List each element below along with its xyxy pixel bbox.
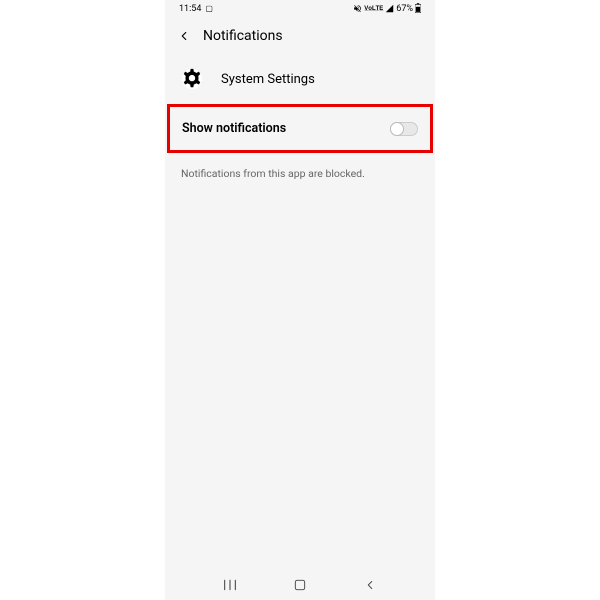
show-notifications-label: Show notifications (182, 121, 286, 136)
recents-button[interactable] (221, 576, 239, 594)
toggle-knob (390, 122, 404, 136)
show-notifications-row[interactable]: Show notifications (170, 107, 430, 150)
blocked-message: Notifications from this app are blocked. (165, 153, 435, 194)
lte-icon: V̲o̲L̲T̲E̲ (364, 6, 383, 12)
screenshot-icon: ▢ (205, 5, 213, 13)
battery-percent: 67% (396, 4, 413, 14)
gear-icon (181, 68, 203, 90)
battery-icon (415, 3, 421, 15)
signal-icon (385, 4, 394, 15)
highlight-annotation: Show notifications (167, 104, 433, 153)
status-bar: 11:54 ▢ V̲o̲L̲T̲E̲ 67% (165, 0, 435, 18)
navigation-bar (165, 570, 435, 600)
status-left: 11:54 ▢ (179, 4, 213, 14)
app-info-row: System Settings (165, 54, 435, 98)
mute-icon (353, 4, 362, 15)
show-notifications-toggle[interactable] (390, 122, 418, 136)
page-header: Notifications (165, 18, 435, 54)
home-button[interactable] (291, 576, 309, 594)
app-name-label: System Settings (221, 72, 315, 87)
status-right: V̲o̲L̲T̲E̲ 67% (353, 3, 421, 15)
phone-screen: 11:54 ▢ V̲o̲L̲T̲E̲ 67% Notifications (165, 0, 435, 600)
page-title: Notifications (203, 28, 283, 44)
status-time: 11:54 (179, 4, 201, 14)
back-button[interactable] (361, 576, 379, 594)
back-icon[interactable] (177, 29, 191, 43)
